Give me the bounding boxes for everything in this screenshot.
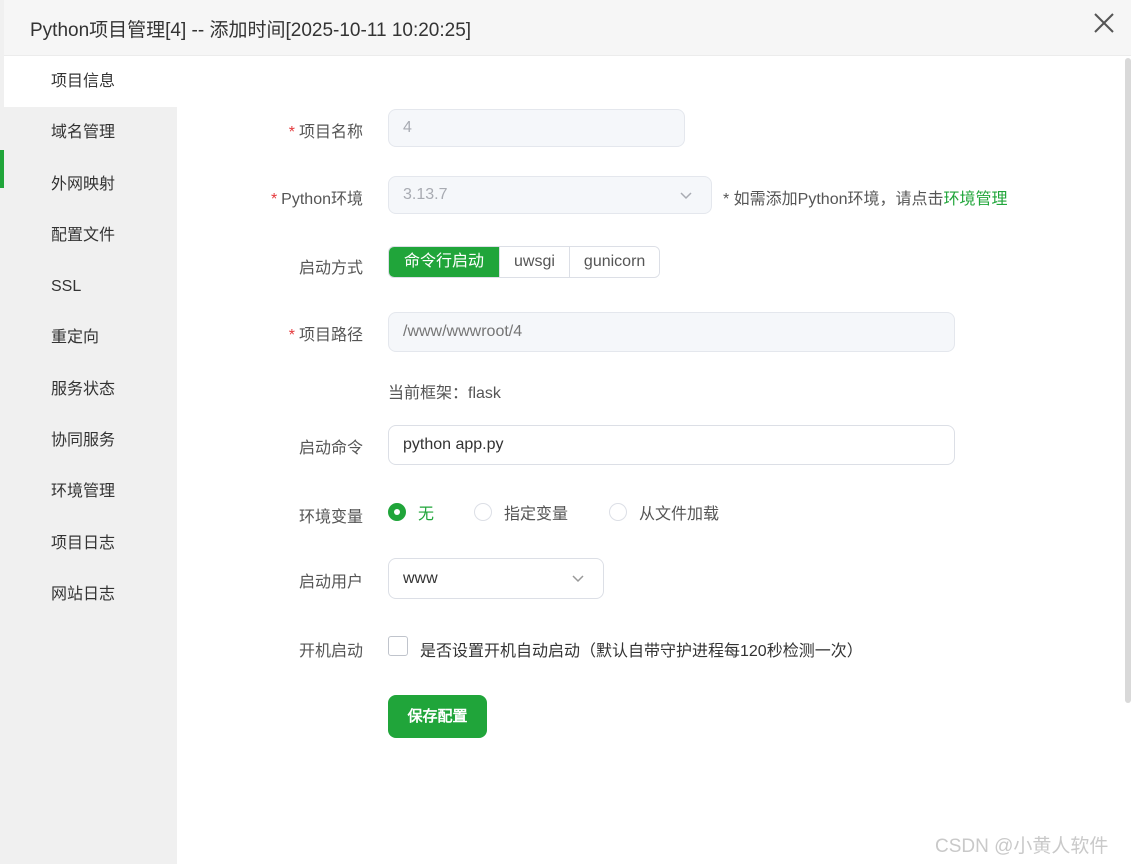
start-command-label: 启动命令	[298, 440, 363, 457]
start-mode-gunicorn-button[interactable]: gunicorn	[568, 247, 660, 277]
env-vars-none-radio[interactable]: 无	[388, 501, 434, 523]
env-vars-specify-radio[interactable]: 指定变量	[474, 501, 568, 523]
start-user-value: www	[403, 570, 438, 587]
start-user-select[interactable]: www	[388, 558, 604, 599]
autostart-checkbox[interactable]	[388, 636, 408, 656]
project-name-input[interactable]	[388, 109, 685, 147]
chevron-down-icon	[680, 192, 692, 200]
chevron-down-icon	[572, 575, 584, 583]
framework-text: 当前框架：flask	[388, 385, 501, 402]
project-path-input[interactable]	[388, 312, 955, 352]
sidebar-item-site-log[interactable]: 网站日志	[4, 569, 177, 620]
start-user-label: 启动用户	[298, 574, 363, 591]
autostart-label: 开机启动	[298, 643, 363, 660]
sidebar-item-redirect[interactable]: 重定向	[4, 312, 177, 363]
sidebar-item-project-log[interactable]: 项目日志	[4, 518, 177, 569]
save-config-button[interactable]: 保存配置	[388, 695, 487, 738]
required-mark: *	[288, 327, 295, 344]
sidebar-item-project-info[interactable]: 项目信息	[4, 56, 177, 108]
dialog-title: Python项目管理[4] -- 添加时间[2025-10-11 10:20:2…	[30, 20, 472, 41]
close-icon[interactable]	[1091, 10, 1117, 36]
sidebar-item-service-status[interactable]: 服务状态	[4, 364, 177, 415]
radio-dot	[388, 503, 406, 521]
project-path-label: * 项目路径	[288, 327, 363, 344]
env-vars-file-radio[interactable]: 从文件加载	[609, 501, 719, 523]
required-mark: *	[270, 191, 278, 208]
start-command-input[interactable]	[388, 425, 955, 465]
required-mark: *	[288, 124, 295, 141]
project-dialog: Python项目管理[4] -- 添加时间[2025-10-11 10:20:2…	[4, 0, 1131, 864]
start-mode-cmdline-button[interactable]: 命令行启动	[389, 247, 500, 277]
sidebar-item-ssl[interactable]: SSL	[4, 261, 177, 312]
watermark: CSDN @小黄人软件	[935, 836, 1109, 857]
project-name-label: * 项目名称	[288, 124, 363, 141]
dialog-titlebar: Python项目管理[4] -- 添加时间[2025-10-11 10:20:2…	[4, 0, 1131, 56]
sidebar-item-port-mapping[interactable]: 外网映射	[4, 159, 177, 210]
start-mode-label: 启动方式	[298, 260, 363, 277]
python-env-hint: * 如需添加Python环境，请点击环境管理	[723, 191, 1008, 208]
sidebar-item-domain[interactable]: 域名管理	[4, 107, 177, 158]
python-env-select[interactable]: 3.13.7	[388, 176, 712, 214]
sidebar: 项目信息 域名管理 外网映射 配置文件 SSL 重定向 服务状态 协同服务 环境…	[4, 56, 177, 864]
python-env-value: 3.13.7	[403, 186, 448, 203]
sidebar-item-env-management[interactable]: 环境管理	[4, 466, 177, 517]
project-form: *项目名称 *Python环境 3.13.7 * 如需添加Python环境，请点…	[177, 56, 1127, 864]
python-env-label: * Python环境	[270, 191, 363, 208]
start-mode-segmented: 命令行启动 uwsgi gunicorn	[388, 246, 661, 278]
autostart-checkbox-text[interactable]: 是否设置开机自动启动（默认自带守护进程每120秒检测一次）	[420, 637, 863, 661]
env-management-link[interactable]: 环境管理	[944, 191, 1008, 208]
radio-dot	[474, 503, 492, 521]
env-vars-label: 环境变量	[298, 509, 363, 526]
radio-dot	[609, 503, 627, 521]
start-mode-uwsgi-button[interactable]: uwsgi	[499, 247, 569, 277]
sidebar-item-cooperative[interactable]: 协同服务	[4, 415, 177, 466]
sidebar-item-config-file[interactable]: 配置文件	[4, 210, 177, 261]
